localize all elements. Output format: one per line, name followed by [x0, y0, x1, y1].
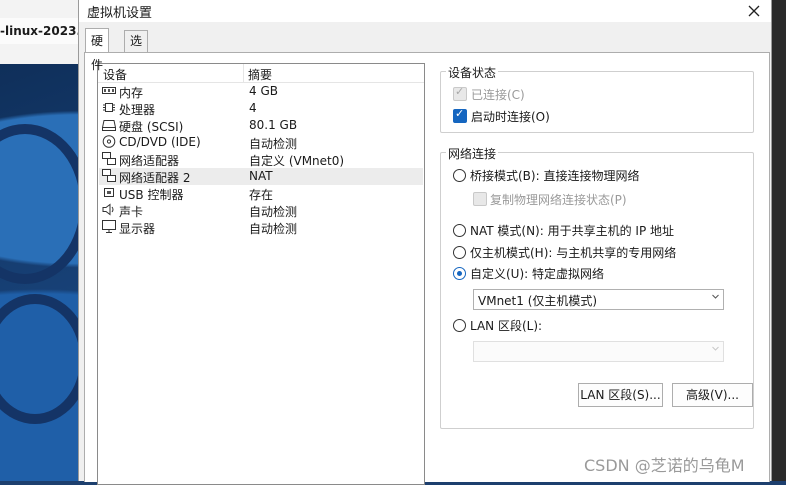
- device-name: 显示器: [119, 222, 156, 236]
- device-summary: NAT: [249, 169, 273, 183]
- device-status-title: 设备状态: [446, 64, 499, 81]
- tab-hardware-label: 硬件: [91, 34, 104, 72]
- device-row-processor[interactable]: 处理器 4: [99, 100, 423, 117]
- device-name: CD/DVD (IDE): [119, 135, 201, 149]
- title-bar: 虚拟机设置: [79, 0, 771, 22]
- host-only-radio[interactable]: [453, 246, 466, 259]
- dialog-title: 虚拟机设置: [87, 6, 153, 21]
- watermark: CSDN @芝诺的乌龟M: [584, 456, 745, 475]
- vm-settings-dialog: 虚拟机设置 硬件 选项 设备 摘要 内存 4 GB 处理器 4: [78, 0, 772, 485]
- usb-icon: [104, 188, 114, 197]
- custom-radio[interactable]: [453, 267, 466, 280]
- processor-icon: [103, 103, 115, 112]
- display-icon: [102, 220, 116, 233]
- device-status-group: 设备状态 已连接(C) 启动时连接(O): [440, 64, 754, 133]
- nat-label: NAT 模式(N): 用于共享主机的 IP 地址: [470, 224, 675, 238]
- device-row-network-adapter[interactable]: 网络适配器 自定义 (VMnet0): [99, 151, 423, 168]
- hardware-panel: 设备 摘要 内存 4 GB 处理器 4 硬盘 (SCSI) 80.1 GB CD…: [84, 52, 770, 485]
- device-row-hard-disk[interactable]: 硬盘 (SCSI) 80.1 GB: [99, 117, 423, 134]
- background-window-edge: [770, 0, 786, 481]
- tab-options[interactable]: 选项: [124, 30, 149, 69]
- custom-network-select[interactable]: VMnet1 (仅主机模式): [473, 289, 724, 310]
- memory-icon: [102, 87, 116, 94]
- custom-label: 自定义(U): 特定虚拟网络: [470, 267, 605, 281]
- device-summary: 存在: [249, 188, 274, 202]
- host-only-label: 仅主机模式(H): 与主机共享的专用网络: [470, 246, 677, 260]
- device-row-usb[interactable]: USB 控制器 存在: [99, 185, 423, 202]
- device-summary: 自动检测: [249, 222, 298, 236]
- device-summary: 80.1 GB: [249, 118, 298, 132]
- close-button[interactable]: [743, 0, 765, 22]
- advanced-button[interactable]: 高级(V)...: [672, 383, 753, 407]
- device-row-network-adapter-2[interactable]: 网络适配器 2 NAT: [99, 168, 423, 185]
- device-name: 声卡: [119, 205, 144, 219]
- bridged-radio[interactable]: [453, 169, 466, 182]
- column-summary[interactable]: 摘要: [248, 66, 272, 83]
- connect-at-power-on-label: 启动时连接(O): [471, 110, 550, 124]
- connect-at-power-on-checkbox[interactable]: [453, 107, 467, 123]
- chevron-down-icon: [712, 294, 719, 299]
- background-window-tab[interactable]: -linux-2023.3-: [0, 18, 78, 44]
- device-row-memory[interactable]: 内存 4 GB: [99, 83, 423, 100]
- replicate-state-checkbox[interactable]: [473, 192, 487, 206]
- device-summary: 自动检测: [249, 137, 298, 151]
- column-device[interactable]: 设备: [103, 66, 127, 83]
- sound-card-icon: [102, 203, 114, 216]
- chevron-down-icon: [712, 346, 719, 351]
- column-divider[interactable]: [243, 64, 244, 82]
- device-name: 处理器: [119, 103, 156, 117]
- nat-radio[interactable]: [453, 224, 466, 237]
- device-list[interactable]: 设备 摘要 内存 4 GB 处理器 4 硬盘 (SCSI) 80.1 GB CD…: [97, 63, 425, 485]
- close-icon: [748, 5, 760, 17]
- device-name: USB 控制器: [119, 188, 184, 202]
- lan-segment-radio[interactable]: [453, 319, 466, 332]
- lan-segment-select[interactable]: [473, 341, 724, 362]
- device-row-display[interactable]: 显示器 自动检测: [99, 219, 423, 236]
- device-summary: 4: [249, 101, 257, 115]
- connected-checkbox[interactable]: [453, 85, 467, 101]
- device-summary: 自定义 (VMnet0): [249, 154, 345, 168]
- custom-network-value: VMnet1 (仅主机模式): [478, 294, 598, 308]
- device-name: 内存: [119, 86, 144, 100]
- device-summary: 4 GB: [249, 84, 278, 98]
- device-row-cd-dvd[interactable]: CD/DVD (IDE) 自动检测: [99, 134, 423, 151]
- background-window-tab-label: -linux-2023.3-: [0, 24, 78, 38]
- network-connection-title: 网络连接: [446, 145, 499, 162]
- tab-hardware[interactable]: 硬件: [85, 28, 110, 72]
- device-row-sound-card[interactable]: 声卡 自动检测: [99, 202, 423, 219]
- device-name: 网络适配器: [119, 154, 180, 168]
- cd-dvd-icon: [102, 135, 116, 148]
- device-list-header: 设备 摘要: [98, 64, 424, 83]
- device-name: 硬盘 (SCSI): [119, 120, 184, 134]
- bridged-label: 桥接模式(B): 直接连接物理网络: [470, 169, 640, 183]
- device-name: 网络适配器 2: [119, 171, 191, 185]
- replicate-state-label: 复制物理网络连接状态(P): [490, 193, 627, 207]
- connected-label: 已连接(C): [471, 88, 525, 102]
- hard-disk-icon: [102, 120, 116, 131]
- lan-segment-label: LAN 区段(L):: [470, 319, 543, 333]
- network-adapter-icon: [102, 152, 116, 165]
- device-summary: 自动检测: [249, 205, 298, 219]
- lan-segments-button[interactable]: LAN 区段(S)...: [578, 383, 663, 407]
- network-adapter-icon: [102, 169, 116, 182]
